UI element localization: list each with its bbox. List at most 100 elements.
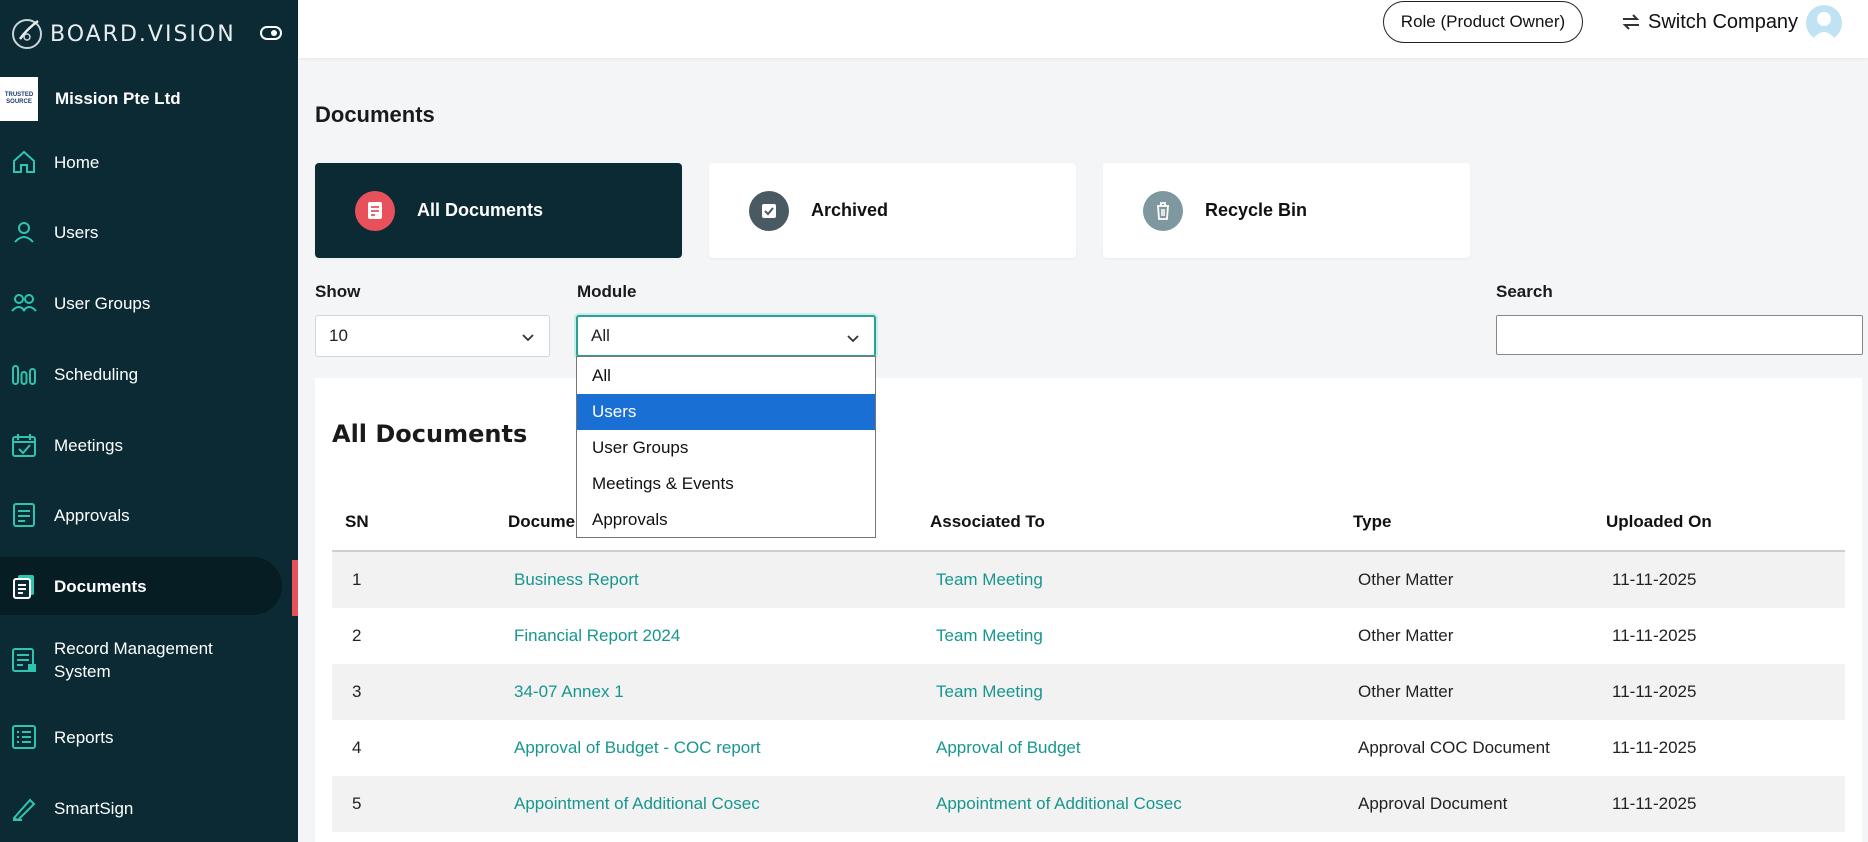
page-title: Documents (315, 102, 435, 127)
sidebar-toggle-icon[interactable] (260, 26, 282, 40)
document-icon (355, 190, 395, 231)
role-button[interactable]: Role (Product Owner) (1383, 1, 1583, 43)
search-input[interactable] (1496, 315, 1863, 355)
home-icon (13, 150, 35, 173)
sidebar-item-label: Record Management System (54, 639, 213, 681)
trash-icon (1143, 190, 1183, 231)
cell-sn: 3 (352, 682, 362, 701)
sidebar-item-scheduling[interactable]: Scheduling (0, 345, 290, 403)
show-label: Show (315, 282, 361, 301)
table-row: 3 34-07 Annex 1 Team Meeting Other Matte… (332, 664, 1845, 720)
search-label: Search (1496, 282, 1553, 301)
module-option-approvals[interactable]: Approvals (577, 502, 875, 538)
company-name: Mission Pte Ltd (55, 89, 181, 108)
top-bar: Role (Product Owner) Switch Company (298, 0, 1868, 58)
associated-link[interactable]: Appointment of Additional Cosec (936, 794, 1182, 814)
user-icon (14, 222, 34, 243)
document-link[interactable]: Financial Report 2024 (514, 626, 680, 646)
user-groups-icon (11, 294, 37, 312)
associated-link[interactable]: Approval of Budget (936, 738, 1081, 758)
sidebar-item-label: Meetings (54, 435, 123, 455)
calendar-check-icon (12, 434, 36, 457)
avatar[interactable] (1806, 5, 1842, 41)
sidebar-item-record-management[interactable]: Record Management System (0, 631, 290, 689)
show-select[interactable]: 10 (315, 315, 550, 357)
company-selector[interactable]: TRUSTED SOURCE Mission Pte Ltd (0, 76, 181, 122)
cell-type: Other Matter (1358, 570, 1454, 589)
module-select[interactable]: All (576, 315, 876, 357)
sidebar-item-reports[interactable]: Reports (0, 708, 290, 766)
column-header-associated-to: Associated To (930, 512, 1045, 531)
active-nav-marker (292, 560, 298, 616)
switch-company-button[interactable]: Switch Company (1620, 8, 1798, 36)
signature-icon (12, 798, 36, 822)
column-header-uploaded-on: Uploaded On (1606, 512, 1712, 531)
brand[interactable]: BOARD.VISION (8, 14, 236, 54)
table-title: All Documents (332, 420, 528, 448)
cell-uploaded-on: 11-11-2025 (1612, 570, 1697, 589)
document-link[interactable]: 34-07 Annex 1 (514, 682, 624, 702)
module-select-value: All (591, 326, 610, 345)
documents-icon (13, 575, 34, 599)
module-dropdown-list: All Users User Groups Meetings & Events … (576, 356, 876, 538)
tab-archived[interactable]: Archived (709, 163, 1076, 258)
module-option-user-groups[interactable]: User Groups (577, 430, 875, 466)
cell-sn: 1 (352, 570, 362, 589)
tab-recycle-bin[interactable]: Recycle Bin (1103, 163, 1470, 258)
module-option-users[interactable]: Users (577, 394, 875, 430)
approvals-icon (13, 503, 35, 527)
company-logo: TRUSTED SOURCE (0, 77, 38, 121)
tab-label: Recycle Bin (1205, 200, 1308, 220)
cell-type: Approval COC Document (1358, 738, 1550, 757)
scheduling-icon (12, 365, 36, 385)
tab-label: Archived (811, 200, 889, 220)
sidebar-item-label: Reports (54, 727, 114, 747)
chevron-down-icon (847, 335, 859, 343)
sidebar-item-smartsign[interactable]: SmartSign (0, 779, 290, 837)
switch-company-label: Switch Company (1648, 10, 1799, 33)
sidebar-item-home[interactable]: Home (0, 133, 290, 191)
brand-name: BOARD.VISION (50, 21, 236, 47)
column-header-type: Type (1353, 512, 1392, 531)
sidebar-item-label: Approvals (54, 505, 130, 525)
document-link[interactable]: Business Report (514, 570, 639, 590)
associated-link[interactable]: Team Meeting (936, 626, 1043, 646)
sidebar-item-documents[interactable]: Documents (0, 557, 282, 615)
cell-type: Approval Document (1358, 794, 1508, 813)
sidebar-item-label: Documents (54, 576, 147, 596)
module-option-all[interactable]: All (577, 358, 875, 394)
sidebar: BOARD.VISION TRUSTED SOURCE Mission Pte … (0, 0, 298, 842)
table-row: 4 Approval of Budget - COC report Approv… (332, 720, 1845, 776)
sidebar-item-users[interactable]: Users (0, 203, 290, 261)
sidebar-item-label: SmartSign (54, 798, 134, 818)
document-link[interactable]: Appointment of Additional Cosec (514, 794, 760, 814)
cell-uploaded-on: 11-11-2025 (1612, 738, 1697, 757)
table-row: 1 Business Report Team Meeting Other Mat… (332, 552, 1845, 608)
document-link[interactable]: Approval of Budget - COC report (514, 738, 761, 758)
show-select-value: 10 (329, 326, 348, 345)
associated-link[interactable]: Team Meeting (936, 682, 1043, 702)
cell-type: Other Matter (1358, 682, 1454, 701)
sidebar-item-label: Users (54, 222, 99, 242)
module-option-meetings-events[interactable]: Meetings & Events (577, 466, 875, 502)
switch-icon (1622, 14, 1640, 30)
sidebar-item-label: User Groups (54, 293, 151, 313)
sidebar-item-label: Home (54, 152, 100, 172)
table-row: 5 Appointment of Additional Cosec Appoin… (332, 776, 1845, 832)
sidebar-item-meetings[interactable]: Meetings (0, 416, 290, 474)
board-vision-logo-icon (12, 19, 42, 49)
record-management-icon (12, 648, 36, 672)
reports-icon (12, 725, 36, 749)
tab-label: All Documents (417, 200, 544, 220)
sidebar-item-approvals[interactable]: Approvals (0, 486, 290, 544)
archive-check-icon (749, 190, 789, 231)
cell-uploaded-on: 11-11-2025 (1612, 626, 1697, 645)
tab-all-documents[interactable]: All Documents (315, 163, 682, 258)
module-label: Module (577, 282, 637, 301)
chevron-down-icon (522, 334, 534, 342)
sidebar-item-user-groups[interactable]: User Groups (0, 274, 290, 332)
cell-sn: 2 (352, 626, 362, 645)
table-row: 2 Financial Report 2024 Team Meeting Oth… (332, 608, 1845, 664)
associated-link[interactable]: Team Meeting (936, 570, 1043, 590)
column-header-sn: SN (345, 512, 369, 531)
